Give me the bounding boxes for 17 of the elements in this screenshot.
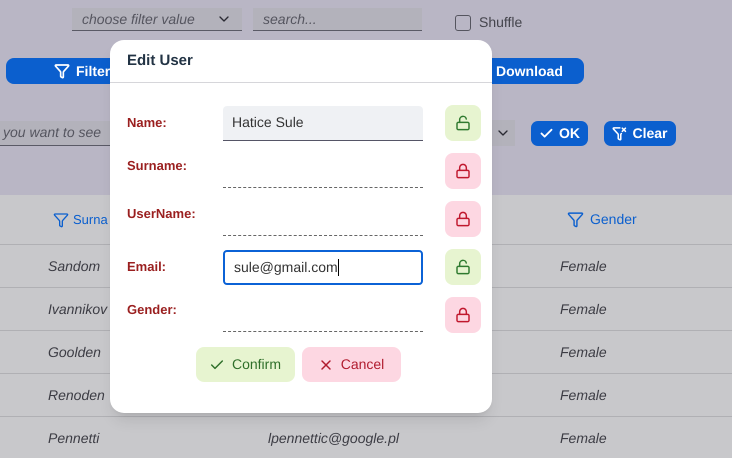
table-cell-text: Female: [560, 386, 607, 404]
table-cell: Ivannikov: [48, 300, 108, 316]
table-cell: Sandom: [48, 258, 100, 274]
field-label: Surname:: [127, 157, 188, 175]
table-cell-text: Female: [560, 428, 607, 448]
table-cell-text: Female: [560, 256, 607, 276]
table-cell: Pennetti: [48, 430, 100, 446]
field-label: Gender:: [127, 301, 178, 319]
shuffle-label: Shuffle: [479, 13, 522, 32]
table-cell: Goolden: [48, 344, 101, 360]
table-cell-text: Female: [560, 300, 607, 318]
field-label: UserName:: [127, 205, 197, 223]
field-label: Email:: [127, 258, 168, 276]
table-cell-text: Female: [560, 342, 607, 362]
table-cell: Renoden: [48, 386, 105, 402]
table-cell: lpennettic@google.pl: [268, 430, 399, 446]
dialog-title: Edit User: [127, 50, 193, 71]
